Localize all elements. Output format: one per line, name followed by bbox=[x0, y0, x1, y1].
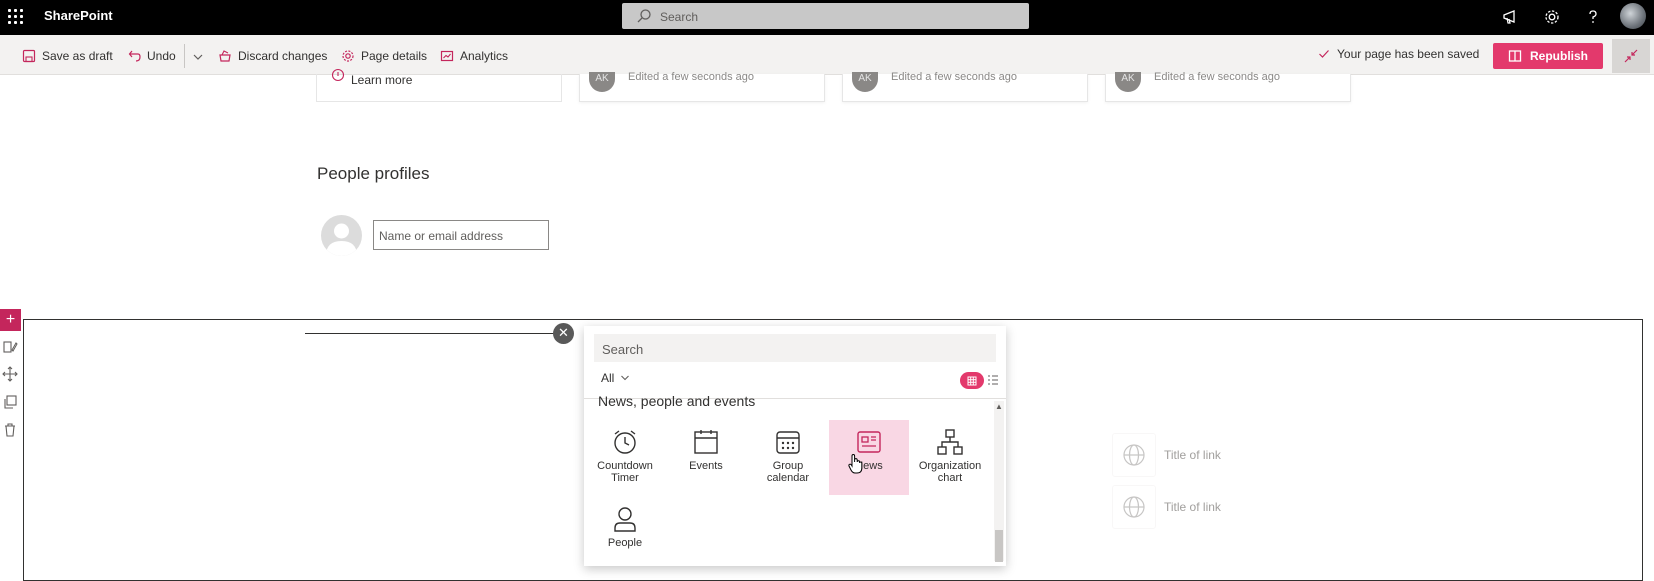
section-title: People profiles bbox=[317, 164, 430, 183]
delete-section-icon[interactable] bbox=[2, 422, 18, 438]
quick-link-title[interactable]: Title of link bbox=[1164, 448, 1221, 462]
webpart-label: News bbox=[855, 460, 883, 472]
category-heading: News, people and events bbox=[598, 393, 756, 409]
checkmark-icon bbox=[1319, 50, 1329, 58]
quick-link-title[interactable]: Title of link bbox=[1164, 500, 1221, 514]
author-avatar: AK bbox=[589, 72, 615, 92]
link-globe-icon bbox=[1112, 433, 1156, 477]
hand-cursor-icon bbox=[848, 453, 863, 474]
webpart-label: People bbox=[607, 537, 643, 549]
webpart-label: Group calendar bbox=[766, 460, 810, 484]
toolbox-search-input[interactable]: Search bbox=[594, 334, 996, 362]
duplicate-section-icon[interactable] bbox=[2, 394, 18, 410]
document-card[interactable]: AK Edited a few seconds ago bbox=[1105, 71, 1351, 102]
webpart-events[interactable]: Events bbox=[666, 420, 746, 495]
webpart-label: Events bbox=[689, 460, 723, 472]
app-launcher-icon[interactable] bbox=[8, 9, 24, 25]
person-silhouette-icon bbox=[326, 223, 357, 256]
undo-chevron-down-icon[interactable] bbox=[192, 51, 204, 63]
settings-gear-icon[interactable] bbox=[1543, 8, 1561, 26]
webpart-news[interactable]: News bbox=[829, 420, 909, 495]
discard-changes-label: Discard changes bbox=[238, 49, 328, 63]
add-section-button[interactable]: + bbox=[0, 309, 21, 331]
undo-label: Undo bbox=[147, 49, 176, 63]
close-toolbox-button[interactable]: ✕ bbox=[553, 323, 574, 344]
document-card[interactable]: AK Edited a few seconds ago bbox=[579, 71, 825, 102]
collapse-arrows-icon bbox=[1624, 49, 1638, 63]
save-as-draft-label: Save as draft bbox=[42, 49, 113, 63]
author-avatar: AK bbox=[1115, 72, 1141, 92]
grid-view-toggle[interactable] bbox=[960, 372, 984, 389]
chevron-down-icon bbox=[621, 375, 630, 381]
analytics-icon bbox=[440, 50, 454, 62]
calendar-icon bbox=[694, 430, 718, 454]
category-filter-dropdown[interactable]: All bbox=[601, 371, 630, 385]
undo-button[interactable]: Undo bbox=[127, 47, 176, 65]
webpart-organization-chart[interactable]: Organization chart bbox=[910, 420, 990, 495]
discard-changes-button[interactable]: Discard changes bbox=[218, 47, 327, 65]
move-section-icon[interactable] bbox=[2, 366, 18, 382]
analytics-label: Analytics bbox=[460, 49, 509, 63]
news-icon bbox=[857, 431, 881, 453]
person-placeholder-avatar bbox=[321, 215, 362, 256]
search-icon bbox=[637, 9, 651, 23]
divider bbox=[184, 44, 185, 68]
save-status: Your page has been saved bbox=[1318, 47, 1479, 61]
learn-more-card: Learn more bbox=[316, 68, 562, 102]
republish-label: Republish bbox=[1529, 49, 1588, 63]
save-as-draft-button[interactable]: Save as draft bbox=[22, 47, 113, 65]
brand-name[interactable]: SharePoint bbox=[44, 8, 113, 23]
undo-icon bbox=[128, 50, 141, 62]
book-icon bbox=[1508, 50, 1522, 62]
link-globe-icon bbox=[1112, 485, 1156, 529]
info-icon bbox=[331, 68, 345, 82]
global-search-box[interactable]: Search bbox=[622, 3, 1029, 29]
analytics-button[interactable]: Analytics bbox=[440, 47, 508, 65]
help-icon[interactable] bbox=[1584, 8, 1602, 26]
save-icon bbox=[22, 49, 36, 63]
webpart-insert-line bbox=[305, 333, 555, 334]
edited-time: Edited a few seconds ago bbox=[1154, 71, 1280, 83]
edited-time: Edited a few seconds ago bbox=[628, 71, 754, 83]
user-avatar[interactable] bbox=[1620, 3, 1646, 29]
list-view-icon[interactable] bbox=[987, 374, 999, 386]
name-or-email-input[interactable]: Name or email address bbox=[373, 220, 549, 250]
page-details-button[interactable]: Page details bbox=[341, 47, 427, 65]
save-status-text: Your page has been saved bbox=[1337, 47, 1480, 61]
global-search-placeholder: Search bbox=[660, 10, 699, 24]
edit-section-icon[interactable] bbox=[2, 339, 18, 355]
collapse-button[interactable] bbox=[1612, 39, 1650, 73]
document-card[interactable]: AK Edited a few seconds ago bbox=[842, 71, 1088, 102]
webpart-label: Countdown Timer bbox=[597, 460, 653, 484]
page-details-label: Page details bbox=[361, 49, 428, 63]
person-icon bbox=[614, 507, 636, 532]
webpart-group-calendar[interactable]: Group calendar bbox=[748, 420, 828, 495]
webpart-people[interactable]: People bbox=[585, 497, 665, 572]
republish-button[interactable]: Republish bbox=[1493, 43, 1603, 69]
category-filter-value: All bbox=[601, 371, 615, 385]
scrollbar-thumb[interactable] bbox=[995, 530, 1003, 562]
megaphone-icon[interactable] bbox=[1502, 8, 1520, 26]
gear-icon bbox=[342, 50, 354, 62]
learn-more-link[interactable]: Learn more bbox=[351, 73, 412, 87]
grid-icon bbox=[967, 376, 977, 385]
discard-icon bbox=[219, 50, 231, 62]
scroll-up-arrow-icon[interactable]: ▲ bbox=[995, 402, 1003, 411]
clock-icon bbox=[614, 430, 636, 454]
org-chart-icon bbox=[937, 429, 963, 455]
webpart-label: Organization chart bbox=[918, 460, 982, 484]
webpart-countdown-timer[interactable]: Countdown Timer bbox=[585, 420, 665, 495]
group-calendar-icon bbox=[776, 431, 800, 454]
author-avatar: AK bbox=[852, 72, 878, 92]
edited-time: Edited a few seconds ago bbox=[891, 71, 1017, 83]
